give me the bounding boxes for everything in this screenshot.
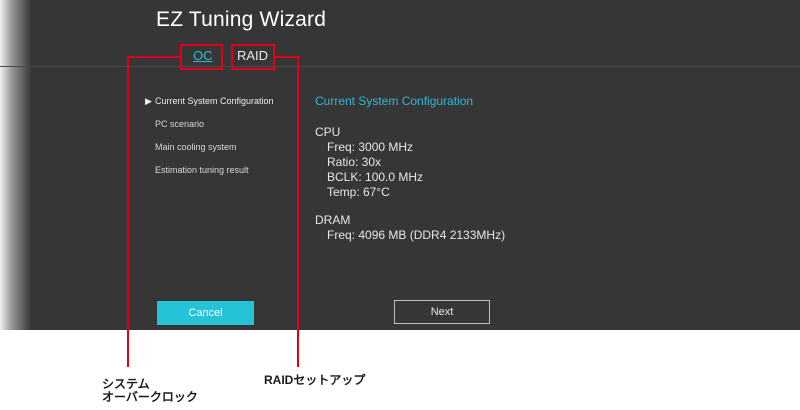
raid-callout-line-h (275, 56, 299, 58)
step-label: PC scenario (155, 119, 205, 129)
page-title: EZ Tuning Wizard (156, 8, 327, 31)
cancel-button[interactable]: Cancel (157, 301, 254, 325)
step-main-cooling-system[interactable]: Main cooling system (155, 142, 237, 152)
oc-callout-line-h (127, 56, 180, 58)
cpu-freq: Freq: 3000 MHz (327, 140, 414, 154)
header-divider (0, 66, 800, 67)
oc-callout-line2: オーバークロック (102, 390, 198, 404)
cpu-ratio: Ratio: 30x (327, 155, 382, 169)
raid-callout-line-v (297, 56, 299, 367)
dram-heading: DRAM (315, 213, 351, 227)
wizard-window: EZ Tuning Wizard OC RAID ▶ Current System… (0, 0, 800, 330)
step-label: Estimation tuning result (155, 165, 249, 175)
oc-callout-line-v (127, 56, 129, 367)
oc-highlight-box (180, 44, 223, 70)
triangle-right-icon: ▶ (145, 96, 152, 106)
step-current-system-configuration[interactable]: ▶ Current System Configuration (145, 96, 274, 107)
step-pc-scenario[interactable]: PC scenario (155, 119, 204, 129)
step-label: Current System Configuration (155, 96, 274, 106)
dram-freq: Freq: 4096 MB (DDR4 2133MHz) (327, 228, 506, 242)
panel-edge-fade (0, 0, 32, 330)
wizard-panel (32, 0, 800, 330)
raid-callout-label: RAIDセットアップ (264, 373, 366, 387)
raid-highlight-box (231, 44, 275, 70)
cpu-heading: CPU (315, 125, 341, 139)
cpu-temp: Temp: 67°C (327, 185, 390, 199)
step-estimation-tuning-result[interactable]: Estimation tuning result (155, 165, 249, 175)
section-title: Current System Configuration (315, 94, 474, 108)
step-label: Main cooling system (155, 142, 237, 152)
oc-callout-label: システム オーバークロック (102, 378, 198, 404)
next-button[interactable]: Next (394, 300, 490, 324)
cpu-bclk: BCLK: 100.0 MHz (327, 170, 424, 184)
